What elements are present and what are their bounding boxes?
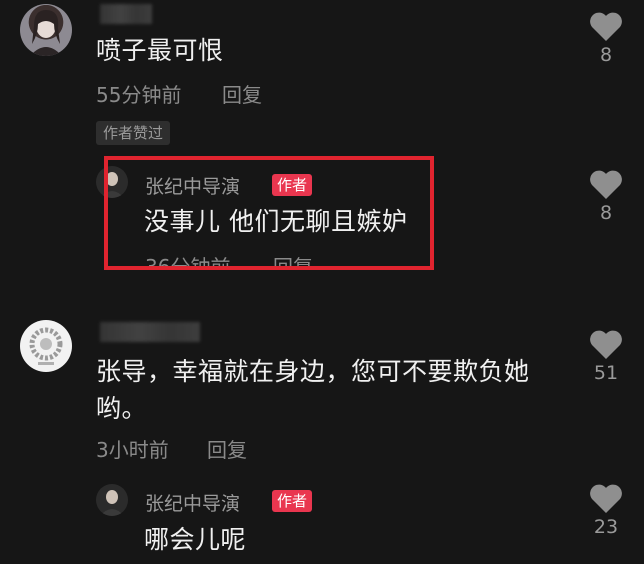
commenter-name-blurred[interactable] xyxy=(100,4,152,24)
like-button[interactable]: 51 xyxy=(584,330,628,384)
qr-avatar-icon xyxy=(29,327,63,365)
heart-icon xyxy=(584,170,628,200)
author-tag: 作者 xyxy=(272,490,313,512)
like-button[interactable]: 8 xyxy=(584,170,628,224)
comment-text: 喷子最可恨 xyxy=(96,36,224,65)
like-count: 8 xyxy=(599,202,613,224)
like-button[interactable]: 23 xyxy=(584,484,628,538)
commenter-name-blurred[interactable] xyxy=(100,322,200,342)
like-count: 23 xyxy=(593,516,619,538)
reply-button[interactable]: 回复 xyxy=(207,434,247,463)
reply-text: 哪会儿呢 xyxy=(144,525,247,554)
heart-icon xyxy=(584,484,628,514)
author-name[interactable]: 张纪中导演 xyxy=(145,489,240,516)
author-avatar[interactable] xyxy=(96,484,128,516)
profile-photo-icon xyxy=(100,490,124,516)
commenter-avatar[interactable] xyxy=(20,4,72,56)
like-button[interactable]: 8 xyxy=(584,12,628,66)
highlight-box xyxy=(104,156,434,270)
like-count: 8 xyxy=(599,44,613,66)
like-count: 51 xyxy=(593,362,619,384)
author-liked-badge: 作者赞过 xyxy=(96,121,171,145)
heart-icon xyxy=(584,12,628,42)
heart-icon xyxy=(584,330,628,360)
comment-time: 55分钟前 xyxy=(96,83,182,107)
comment-time: 3小时前 xyxy=(96,438,169,462)
comment-text-line2: 哟。 xyxy=(96,394,148,423)
reply-button[interactable]: 回复 xyxy=(222,79,262,108)
comment-text-line1: 张导，幸福就在身边，您可不要欺负她 xyxy=(96,357,530,386)
commenter-avatar[interactable] xyxy=(20,320,72,372)
profile-photo-icon xyxy=(30,10,62,56)
